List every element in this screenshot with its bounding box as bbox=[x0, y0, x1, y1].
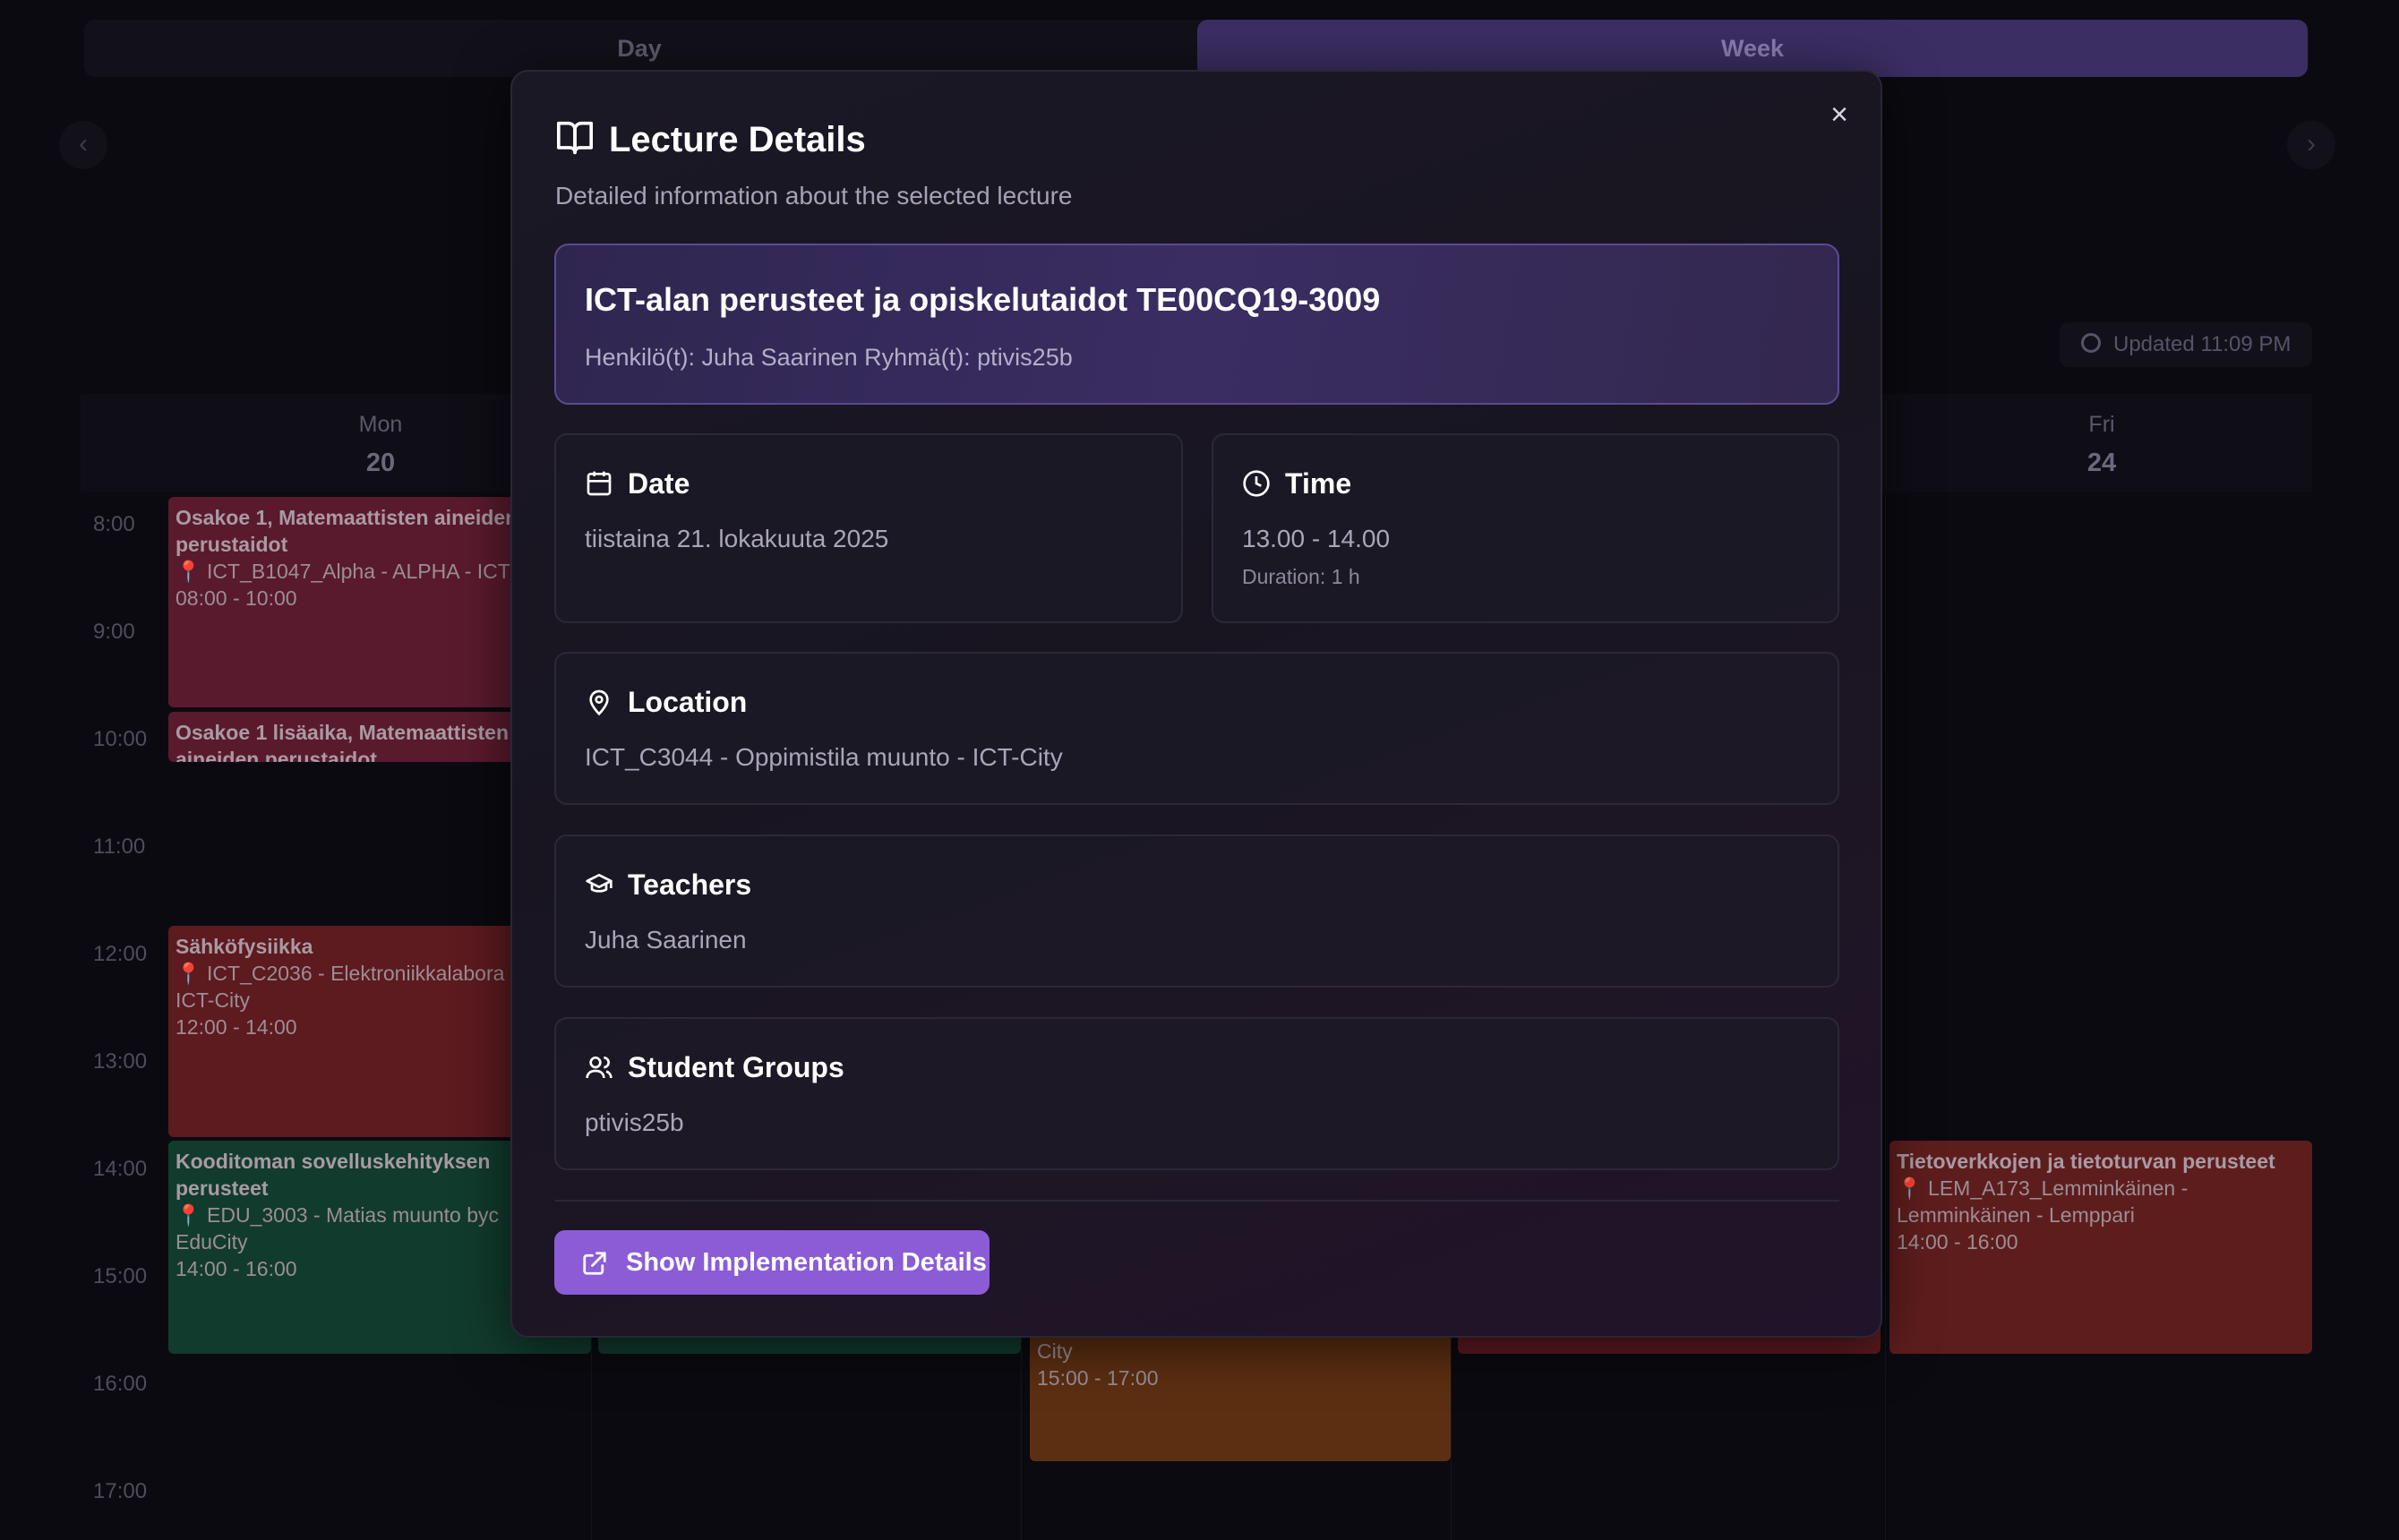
student-groups-label: Student Groups bbox=[628, 1051, 844, 1083]
course-name: ICT-alan perusteet ja opiskelutaidot TE0… bbox=[585, 281, 1381, 318]
day-name: Fri bbox=[2088, 412, 2115, 437]
updated-badge: Updated 11:09 PM bbox=[2060, 322, 2313, 367]
calendar-icon bbox=[587, 471, 612, 495]
dialog-subtitle: Detailed information about the selected … bbox=[555, 182, 1073, 210]
book-open-icon bbox=[556, 122, 593, 155]
date-label: Date bbox=[628, 467, 690, 500]
event-location-city: Lemminkäinen - Lemppari bbox=[1897, 1203, 2135, 1227]
show-implementation-details-button[interactable]: Show Implementation Details bbox=[554, 1230, 990, 1295]
event-title: Tietoverkkojen ja tietoturvan perusteet bbox=[1897, 1150, 2275, 1173]
time-label: 10:00 bbox=[93, 727, 148, 751]
student-groups-card: Student Groups ptivis25b bbox=[554, 1017, 1839, 1170]
users-icon bbox=[586, 1056, 613, 1078]
dialog-title-text: Lecture Details bbox=[609, 120, 866, 159]
time-label: 15:00 bbox=[93, 1264, 148, 1288]
tab-day[interactable]: Day bbox=[84, 20, 1195, 77]
day-date: 24 bbox=[2086, 449, 2117, 477]
teachers-label: Teachers bbox=[628, 868, 752, 901]
time-label: 12:00 bbox=[93, 942, 148, 966]
event-tietoverkkojen[interactable]: Tietoverkkojen ja tietoturvan perusteet … bbox=[1889, 1141, 2312, 1354]
time-value: 13.00 - 14.00 bbox=[1242, 525, 1391, 552]
location-card-title: Location bbox=[585, 686, 747, 719]
date-card-title: Date bbox=[585, 467, 690, 500]
location-value: ICT_C3044 - Oppimistila muunto - ICT-Cit… bbox=[585, 743, 1063, 771]
course-summary-card: ICT-alan perusteet ja opiskelutaidot TE0… bbox=[554, 244, 1839, 405]
duration-value: Duration: 1 h bbox=[1242, 565, 1360, 588]
event-location: 📍 LEM_A173_Lemminkäinen - bbox=[1897, 1176, 2189, 1200]
day-header-fri: Fri 24 bbox=[1891, 394, 2312, 478]
teachers-card-title: Teachers bbox=[585, 868, 751, 902]
teachers-value: Juha Saarinen bbox=[585, 926, 747, 954]
view-switcher: Day Week bbox=[84, 20, 2309, 77]
date-card: Date tiistaina 21. lokakuuta 2025 bbox=[554, 433, 1183, 623]
tab-week[interactable]: Week bbox=[1197, 20, 2308, 77]
event-time: 14:00 - 16:00 bbox=[1897, 1230, 2018, 1253]
prev-week-button[interactable]: ‹ bbox=[59, 121, 107, 169]
student-groups-card-title: Student Groups bbox=[585, 1051, 844, 1084]
student-groups-value: ptivis25b bbox=[585, 1108, 684, 1136]
date-value: tiistaina 21. lokakuuta 2025 bbox=[585, 525, 889, 552]
next-week-button[interactable]: › bbox=[2287, 121, 2335, 169]
course-meta: Henkilö(t): Juha Saarinen Ryhmä(t): ptiv… bbox=[585, 344, 1073, 371]
dialog-title: Lecture Details bbox=[555, 116, 866, 163]
time-card: Time 13.00 - 14.00 Duration: 1 h bbox=[1212, 433, 1839, 623]
event-time: 15:00 - 17:00 bbox=[1037, 1366, 1159, 1390]
map-pin-icon bbox=[589, 689, 609, 715]
time-label: Time bbox=[1285, 467, 1352, 500]
time-label: 14:00 bbox=[93, 1157, 148, 1181]
time-label: 8:00 bbox=[93, 512, 135, 536]
event-location-city: City bbox=[1037, 1339, 1073, 1363]
divider bbox=[555, 1200, 1839, 1202]
time-label: 17:00 bbox=[93, 1479, 148, 1503]
updated-text: Updated 11:09 PM bbox=[2113, 332, 2292, 356]
time-label: 9:00 bbox=[93, 620, 135, 644]
teachers-card: Teachers Juha Saarinen bbox=[554, 834, 1839, 988]
location-card: Location ICT_C3044 - Oppimistila muunto … bbox=[554, 652, 1839, 805]
time-card-title: Time bbox=[1242, 467, 1351, 500]
location-label: Location bbox=[628, 686, 748, 718]
clock-icon bbox=[2081, 332, 2101, 353]
clock-icon bbox=[1243, 469, 1270, 497]
external-link-icon bbox=[583, 1252, 606, 1275]
column-divider bbox=[1885, 495, 1886, 1540]
time-label: 16:00 bbox=[93, 1372, 148, 1396]
close-button[interactable]: × bbox=[1823, 98, 1855, 131]
time-label: 13:00 bbox=[93, 1049, 148, 1074]
time-label: 11:00 bbox=[93, 834, 146, 859]
show-implementation-details-label: Show Implementation Details bbox=[626, 1248, 987, 1277]
graduation-cap-icon bbox=[586, 873, 613, 893]
